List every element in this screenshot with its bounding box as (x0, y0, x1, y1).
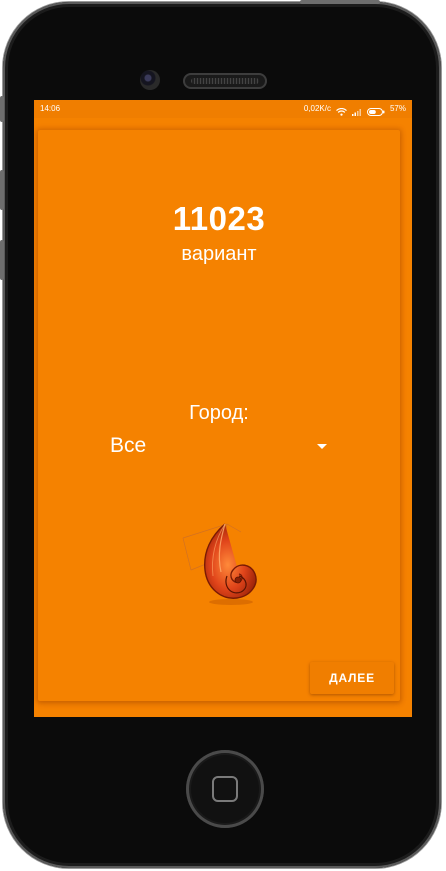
next-button[interactable]: ДАЛЕЕ (310, 662, 394, 694)
home-button[interactable] (186, 750, 264, 828)
city-dropdown[interactable]: Все (106, 430, 338, 464)
dropdown-arrow-icon (317, 444, 327, 449)
volume-up-button (0, 170, 4, 210)
mute-switch (0, 96, 4, 122)
city-label: Город: (189, 402, 249, 424)
home-square-icon (212, 776, 238, 802)
variant-card: 11023 вариант Город: Все ДАЛЕЕ (38, 130, 400, 701)
front-camera (140, 70, 160, 90)
power-button (300, 0, 380, 4)
status-bar: 14:06 0,02K/c 57% (34, 100, 412, 118)
wifi-icon (336, 105, 347, 116)
battery-percent: 57% (389, 104, 406, 113)
network-speed: 0,02K/c (303, 104, 331, 113)
status-time: 14:06 (40, 104, 61, 113)
city-selected-value: Все (110, 434, 147, 457)
variant-label: вариант (181, 243, 257, 265)
shell-logo (181, 518, 263, 608)
volume-down-button (0, 240, 4, 280)
earpiece-speaker (183, 73, 267, 89)
app-screen: 14:06 0,02K/c 57% 11023 вариант Город: В… (34, 100, 412, 717)
status-indicators: 0,02K/c 57% (304, 100, 406, 118)
battery-icon (366, 105, 385, 116)
variant-number: 11023 (172, 200, 266, 237)
signal-icon (351, 105, 362, 116)
